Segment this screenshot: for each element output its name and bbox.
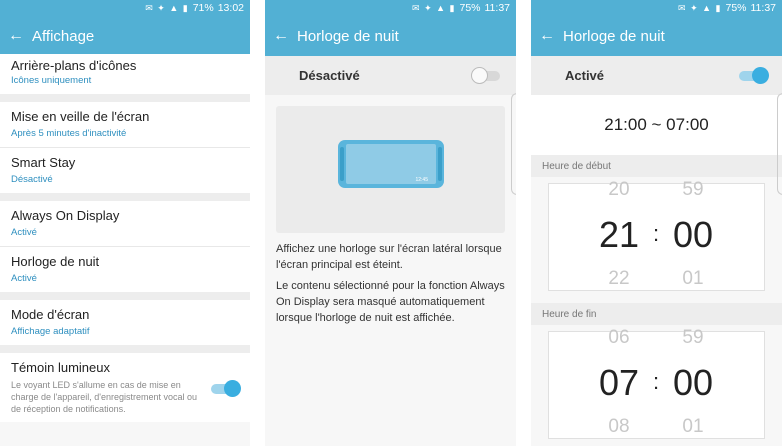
- clock: 11:37: [750, 2, 777, 14]
- arrow-left-icon[interactable]: ←: [0, 27, 32, 45]
- setting-night-clock[interactable]: Horloge de nuit Activé: [0, 247, 250, 292]
- setting-title: Always On Display: [11, 208, 120, 223]
- phone-illustration: 12:45: [338, 140, 444, 188]
- edge-panel-handle[interactable]: [777, 93, 782, 195]
- start-time-label: Heure de début: [531, 155, 782, 177]
- master-toggle[interactable]: [739, 67, 769, 84]
- page-title: Affichage: [32, 27, 95, 45]
- settings-group: Mode d'écran Affichage adaptatif: [0, 300, 250, 345]
- app-bar: ← Horloge de nuit: [531, 16, 782, 56]
- minute-selected: 00: [672, 214, 714, 255]
- app-bar: ← Affichage: [0, 16, 250, 56]
- setting-title: Mode d'écran: [11, 307, 90, 322]
- setting-screen-timeout[interactable]: Mise en veille de l'écran Après 5 minute…: [0, 102, 250, 148]
- master-toggle[interactable]: [471, 67, 500, 84]
- setting-value: Activé: [11, 273, 37, 284]
- minute-next: 01: [682, 268, 704, 289]
- clock: 11:37: [484, 2, 511, 14]
- hour-next: 08: [608, 416, 630, 437]
- setting-value: Désactivé: [11, 174, 53, 185]
- preview-time: 12:45: [415, 177, 428, 183]
- hour-selected: 07: [598, 362, 640, 403]
- setting-screen-mode[interactable]: Mode d'écran Affichage adaptatif: [0, 300, 250, 345]
- time-separator: :: [653, 369, 660, 394]
- status-bar: ✉ ✦ ▲ ▮ 75% 11:37: [531, 0, 782, 16]
- master-switch-row[interactable]: Activé: [531, 56, 782, 95]
- arrow-left-icon[interactable]: ←: [531, 27, 563, 45]
- minute-next: 01: [682, 416, 704, 437]
- setting-title: Arrière-plans d'icônes: [11, 58, 137, 73]
- hour-wheel[interactable]: 20 21 22: [589, 180, 649, 289]
- toggle-knob: [224, 380, 241, 397]
- battery-level: 75%: [725, 2, 747, 14]
- minute-wheel[interactable]: 59 00 01: [663, 328, 723, 437]
- minute-selected: 00: [672, 362, 714, 403]
- setting-icon-backgrounds[interactable]: Arrière-plans d'icônes Icônes uniquement: [0, 54, 250, 94]
- hour-next: 22: [608, 268, 630, 289]
- section-divider: [0, 345, 250, 353]
- setting-description: Le voyant LED s'allume en cas de mise en…: [11, 380, 198, 414]
- hour-wheel[interactable]: 06 07 08: [589, 328, 649, 437]
- setting-value: Après 5 minutes d'inactivité: [11, 128, 127, 139]
- setting-title: Horloge de nuit: [11, 254, 100, 269]
- minute-wheel[interactable]: 59 00 01: [663, 180, 723, 289]
- setting-smart-stay[interactable]: Smart Stay Désactivé: [0, 148, 250, 193]
- status-icons: ✉ ✦ ▲ ▮: [678, 2, 722, 13]
- settings-group: Always On Display Activé Horloge de nuit…: [0, 201, 250, 292]
- master-switch-row[interactable]: Désactivé: [265, 56, 516, 95]
- settings-group: Témoin lumineux Le voyant LED s'allume e…: [0, 353, 250, 422]
- setting-title: Mise en veille de l'écran: [11, 109, 150, 124]
- setting-title: Témoin lumineux: [11, 360, 110, 375]
- description-text: Affichez une horloge sur l'écran latéral…: [276, 243, 502, 271]
- page-title: Horloge de nuit: [563, 27, 665, 45]
- status-icons: ✉ ✦ ▲ ▮: [412, 2, 456, 13]
- setting-title: Smart Stay: [11, 155, 76, 170]
- section-divider: [0, 193, 250, 201]
- hour-prev: 20: [608, 179, 630, 200]
- battery-level: 75%: [459, 2, 481, 14]
- edge-clock-preview: 12:45: [276, 106, 505, 233]
- setting-always-on-display[interactable]: Always On Display Activé: [0, 201, 250, 247]
- minute-prev: 59: [682, 179, 704, 200]
- settings-group: Arrière-plans d'icônes Icônes uniquement: [0, 54, 250, 94]
- led-toggle[interactable]: [211, 380, 241, 397]
- schedule-range: 21:00 ~ 07:00: [531, 95, 782, 155]
- page-title: Horloge de nuit: [297, 27, 399, 45]
- status-bar: ✉ ✦ ▲ ▮ 75% 11:37: [265, 0, 516, 16]
- toggle-knob: [752, 67, 769, 84]
- description-note: Le contenu sélectionné pour la fonction …: [276, 280, 505, 324]
- end-time-picker[interactable]: 06 07 08 : 59 00 01: [548, 328, 765, 439]
- start-time-picker[interactable]: 20 21 22 : 59 00 01: [548, 180, 765, 291]
- hour-prev: 06: [608, 327, 630, 348]
- edge-panel-handle[interactable]: [511, 93, 516, 195]
- setting-value: Affichage adaptatif: [11, 326, 90, 337]
- phone-edge-right: [438, 147, 442, 181]
- settings-group: Mise en veille de l'écran Après 5 minute…: [0, 102, 250, 193]
- setting-led-indicator[interactable]: Témoin lumineux Le voyant LED s'allume e…: [0, 353, 250, 422]
- status-bar: ✉ ✦ ▲ ▮ 71% 13:02: [0, 0, 250, 16]
- switch-label: Activé: [565, 68, 605, 83]
- setting-value: Activé: [11, 227, 37, 238]
- switch-label: Désactivé: [299, 68, 360, 83]
- night-clock-off-screen: ✉ ✦ ▲ ▮ 75% 11:37 ← Horloge de nuit Désa…: [265, 0, 516, 446]
- battery-level: 71%: [192, 2, 214, 14]
- setting-value: Icônes uniquement: [11, 75, 92, 86]
- hour-selected: 21: [598, 214, 640, 255]
- display-settings-screen: ✉ ✦ ▲ ▮ 71% 13:02 ← Affichage Arrière-pl…: [0, 0, 250, 446]
- night-clock-on-screen: ✉ ✦ ▲ ▮ 75% 11:37 ← Horloge de nuit Acti…: [531, 0, 782, 446]
- section-divider: [0, 292, 250, 300]
- arrow-left-icon[interactable]: ←: [265, 27, 297, 45]
- toggle-knob: [471, 67, 488, 84]
- status-icons: ✉ ✦ ▲ ▮: [145, 2, 189, 13]
- app-bar: ← Horloge de nuit: [265, 16, 516, 56]
- clock: 13:02: [217, 2, 244, 14]
- section-divider: [0, 94, 250, 102]
- phone-edge-left: [340, 147, 344, 181]
- end-time-label: Heure de fin: [531, 303, 782, 325]
- time-separator: :: [653, 221, 660, 246]
- minute-prev: 59: [682, 327, 704, 348]
